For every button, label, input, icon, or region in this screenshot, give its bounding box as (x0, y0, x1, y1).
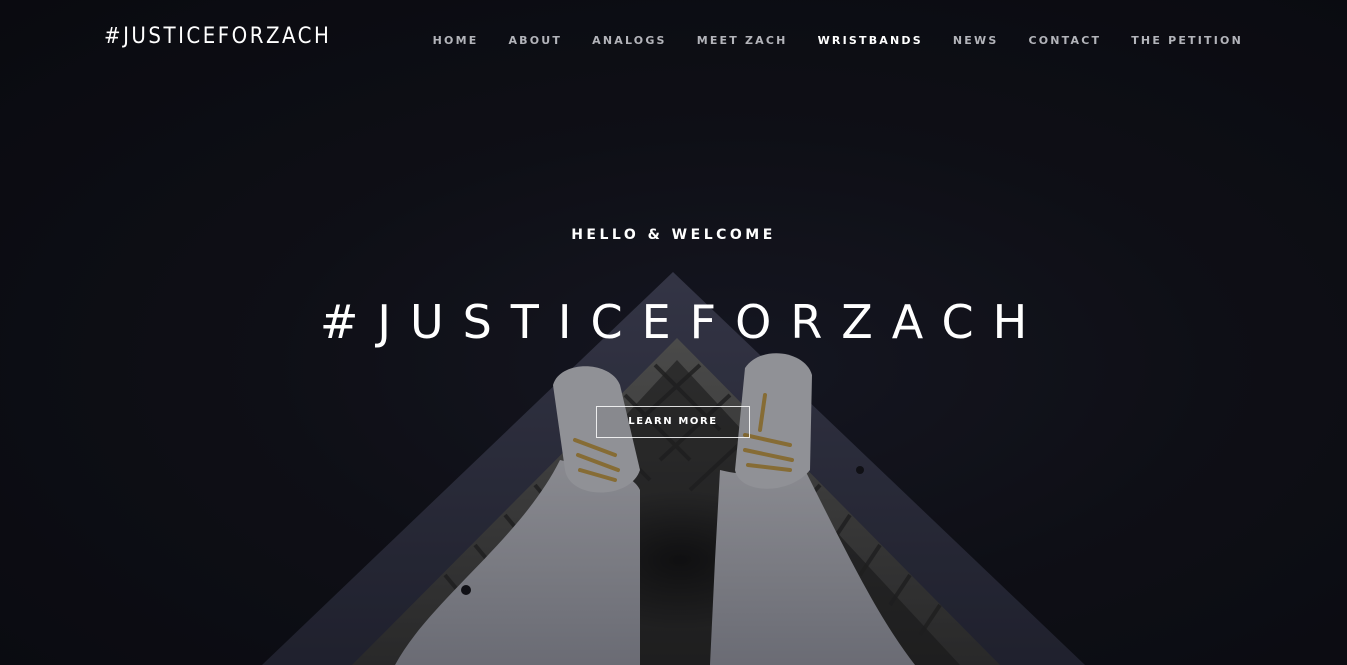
hero-section: HELLO & WELCOME #JUSTICEFORZACH LEARN MO… (0, 0, 1347, 665)
hero-title: #JUSTICEFORZACH (319, 295, 1047, 349)
learn-more-button[interactable]: LEARN MORE (596, 406, 750, 438)
hero-tagline: HELLO & WELCOME (571, 227, 776, 243)
page: #JUSTICEFORZACH HOME ABOUT ANALOGS MEET … (0, 0, 1347, 665)
